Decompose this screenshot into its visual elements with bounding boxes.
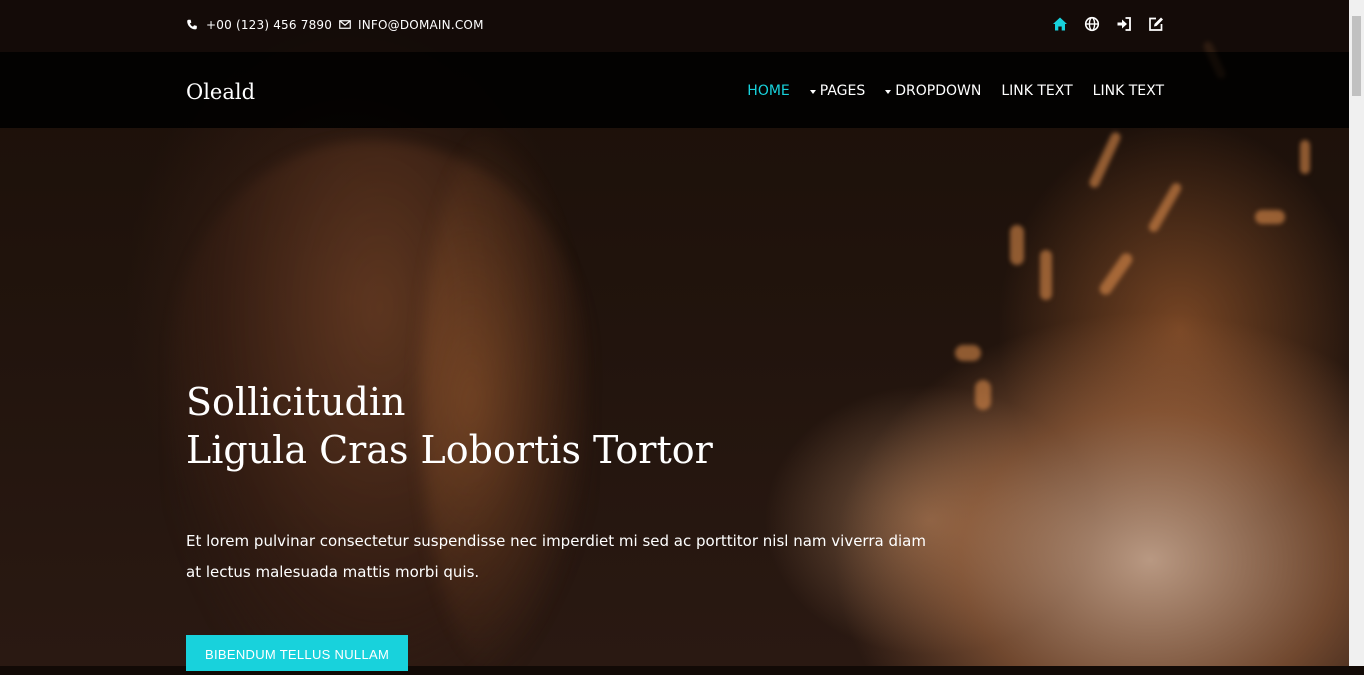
phone-contact[interactable]: +00 (123) 456 7890 [186, 18, 332, 32]
nav-item-dropdown[interactable]: DROPDOWN [885, 83, 981, 99]
phone-icon [187, 19, 197, 30]
top-icon-group [1052, 16, 1164, 32]
main-navbar: Oleald HOME PAGES DROPDOWN LINK TEXT LIN… [0, 52, 1349, 128]
edit-icon[interactable] [1148, 16, 1164, 32]
hero-title-line-2: Ligula Cras Lobortis Tortor [186, 428, 713, 472]
nav-item-pages[interactable]: PAGES [809, 83, 866, 99]
hero-description: Et lorem pulvinar consectetur suspendiss… [186, 532, 926, 581]
brand-logo-text[interactable]: Oleald [186, 80, 255, 104]
email-contact[interactable]: INFO@DOMAIN.COM [339, 18, 484, 32]
envelope-icon [339, 20, 351, 29]
globe-icon[interactable] [1084, 16, 1100, 32]
nav-item-dropdown-label: DROPDOWN [895, 83, 982, 99]
nav-item-link-text-2[interactable]: LINK TEXT [1093, 83, 1164, 99]
nav-item-pages-label: PAGES [819, 83, 866, 99]
top-contact-bar: +00 (123) 456 7890 INFO@DOMAIN.COM [0, 0, 1349, 52]
home-icon[interactable] [1052, 16, 1068, 32]
nav-menu: HOME PAGES DROPDOWN LINK TEXT LINK TEXT [727, 83, 1164, 99]
caret-down-icon [809, 90, 816, 94]
sign-in-icon[interactable] [1116, 16, 1132, 32]
scrollbar-thumb[interactable] [1352, 16, 1361, 96]
phone-number: +00 (123) 456 7890 [206, 18, 333, 32]
page-scrollbar[interactable] [1349, 0, 1364, 666]
hero-title: Sollicitudin Ligula Cras Lobortis Tortor [186, 378, 713, 474]
email-address: INFO@DOMAIN.COM [358, 18, 484, 32]
hero-title-line-1: Sollicitudin [186, 380, 406, 424]
caret-down-icon [885, 90, 892, 94]
nav-item-link-text-1[interactable]: LINK TEXT [1001, 83, 1072, 99]
nav-item-home[interactable]: HOME [747, 83, 789, 99]
